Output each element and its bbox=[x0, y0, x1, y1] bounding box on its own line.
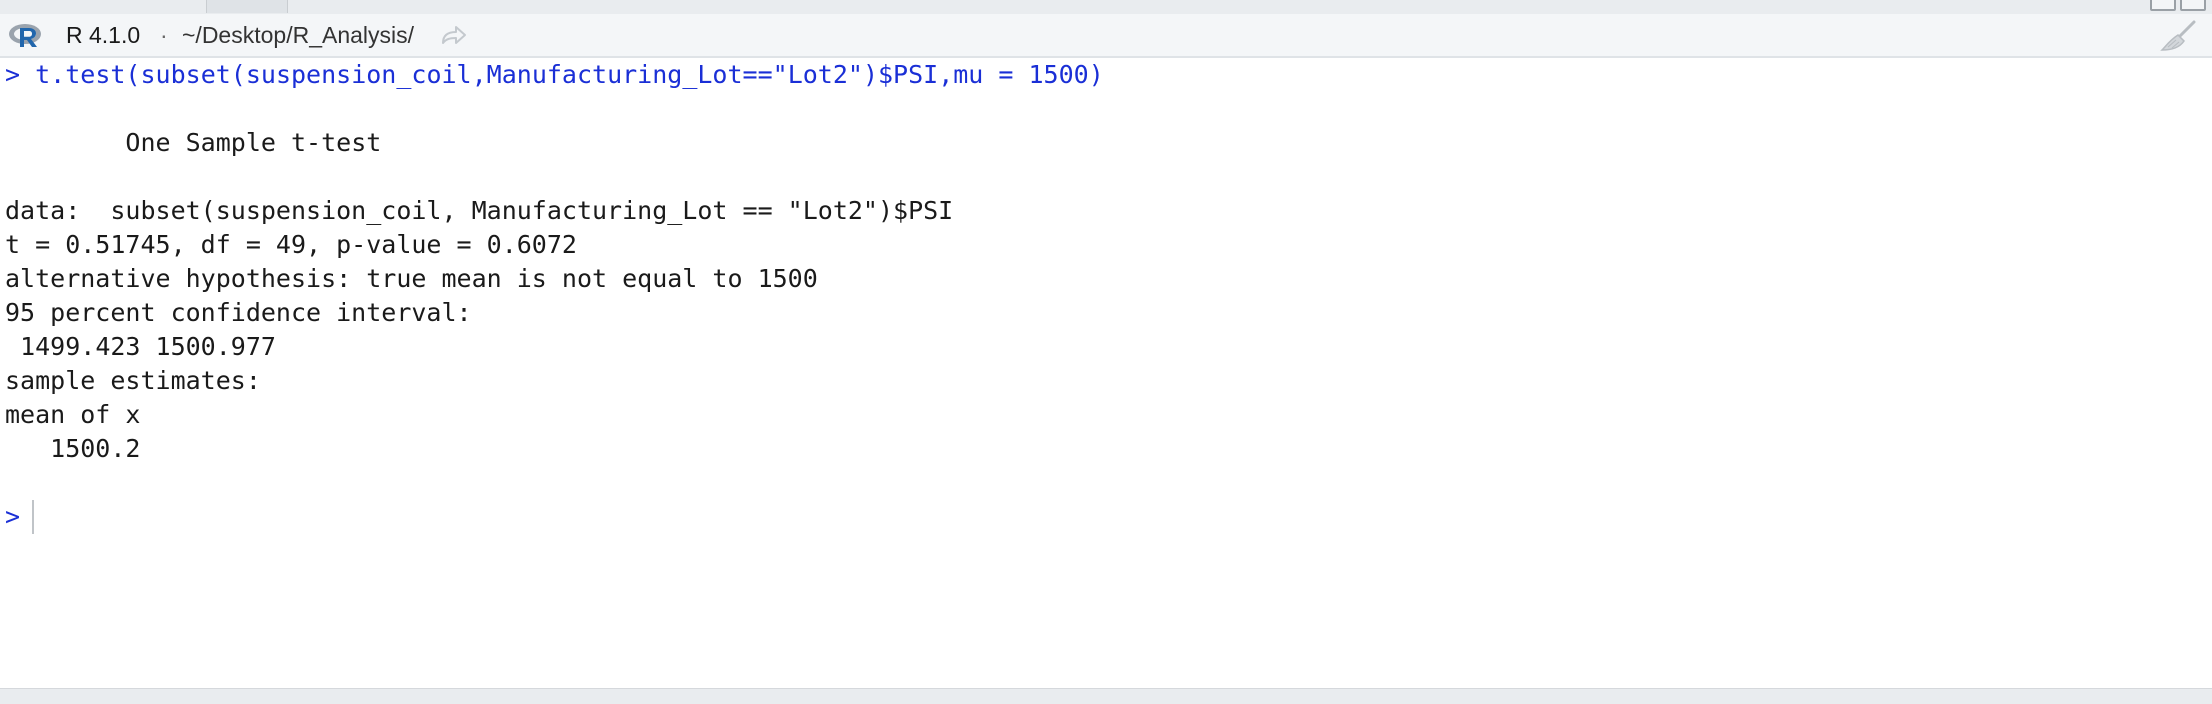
test-title: One Sample t-test bbox=[125, 128, 382, 157]
console-output[interactable]: > t.test(subset(suspension_coil,Manufact… bbox=[0, 58, 2212, 688]
header-separator: · bbox=[160, 22, 168, 48]
text-cursor bbox=[32, 500, 34, 534]
alternative-hypothesis-line: alternative hypothesis: true mean is not… bbox=[5, 264, 818, 293]
confidence-interval-values: 1499.423 1500.977 bbox=[20, 332, 276, 361]
bottom-border bbox=[0, 688, 2212, 704]
confidence-interval-label: 95 percent confidence interval: bbox=[5, 298, 472, 327]
input-prompt[interactable]: > bbox=[5, 500, 20, 534]
console-header: R 4.1.0 · ~/Desktop/R_Analysis/ bbox=[0, 14, 2212, 58]
r-logo-icon bbox=[9, 24, 41, 47]
command-line: > t.test(subset(suspension_coil,Manufact… bbox=[5, 58, 1104, 92]
command-prompt: > bbox=[5, 60, 21, 89]
maximize-pane-icon[interactable] bbox=[2180, 0, 2206, 11]
data-line: data: subset(suspension_coil, Manufactur… bbox=[5, 196, 954, 225]
pane-tab-strip bbox=[0, 0, 2212, 15]
minimize-pane-icon[interactable] bbox=[2150, 0, 2176, 11]
output-line: One Sample t-test bbox=[5, 126, 381, 160]
estimate-line: 1500.2 bbox=[5, 432, 140, 466]
command-text: t.test(subset(suspension_coil,Manufactur… bbox=[35, 60, 1104, 89]
sample-estimates-label: sample estimates: bbox=[5, 366, 261, 395]
estimate-value: 1500.2 bbox=[50, 434, 141, 463]
working-directory-path: ~/Desktop/R_Analysis/ bbox=[182, 22, 415, 48]
r-version-label: R 4.1.0 bbox=[66, 22, 141, 48]
broom-icon[interactable] bbox=[2158, 20, 2198, 52]
goto-directory-icon[interactable] bbox=[440, 23, 468, 47]
statistic-line: t = 0.51745, df = 49, p-value = 0.6072 bbox=[5, 230, 577, 259]
estimate-name: mean of x bbox=[5, 400, 141, 429]
rstudio-console-pane: R 4.1.0 · ~/Desktop/R_Analysis/ > t.test… bbox=[0, 0, 2212, 704]
pane-tab[interactable] bbox=[206, 0, 288, 13]
confidence-interval-line: 1499.423 1500.977 bbox=[5, 330, 276, 364]
